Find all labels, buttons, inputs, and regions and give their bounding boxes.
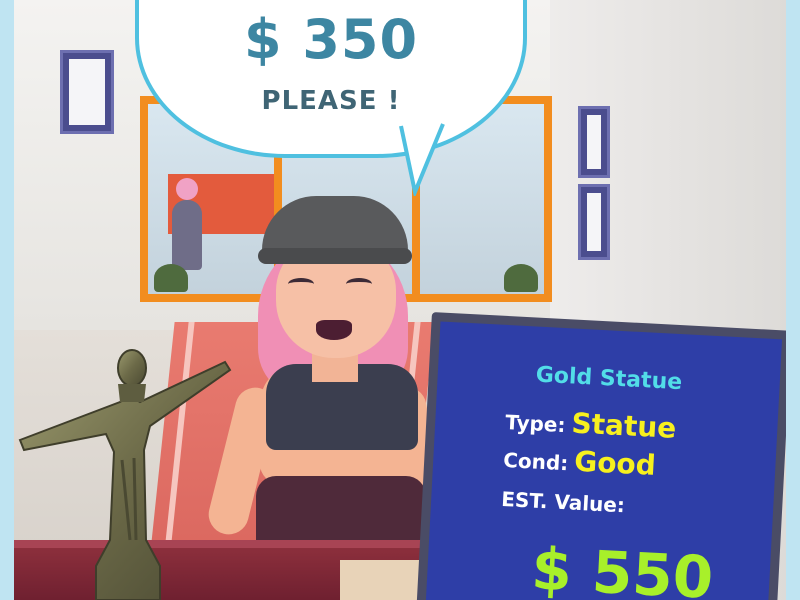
background-plant [154,264,188,292]
customer-mouth [316,320,352,340]
customer-beanie [258,196,412,264]
wall-picture-right-bottom [578,184,610,260]
screen-edge-left [0,0,14,600]
offer-price: $ 350 [243,8,419,71]
item-name: Gold Statue [535,362,683,396]
background-person [172,178,202,270]
estimate-label: EST. Value: [500,486,626,518]
customer-eye-left [288,278,314,290]
item-type-value: Statue [570,406,678,445]
wall-picture-left [60,50,114,134]
item-info-board: Gold Statue Type: Statue Cond: Good EST. V… [416,312,792,600]
background-plant [504,264,538,292]
item-type-row: Type: Statue [504,403,678,445]
game-scene: $ 350 PLEASE ! Gold Statue Type: Statue C… [0,0,800,600]
offer-message: PLEASE ! [261,86,401,116]
screen-edge-right [786,0,800,600]
item-type-label: Type: [504,410,567,438]
item-condition-label: Cond: [502,447,569,476]
gold-statue-item[interactable] [10,340,250,600]
item-condition-row: Cond: Good [503,441,657,482]
item-condition-value: Good [573,444,657,482]
customer-eye-right [346,278,372,290]
speech-bubble-tail [397,120,445,196]
wall-picture-right-top [578,106,610,178]
estimate-value: $ 550 [529,534,715,600]
